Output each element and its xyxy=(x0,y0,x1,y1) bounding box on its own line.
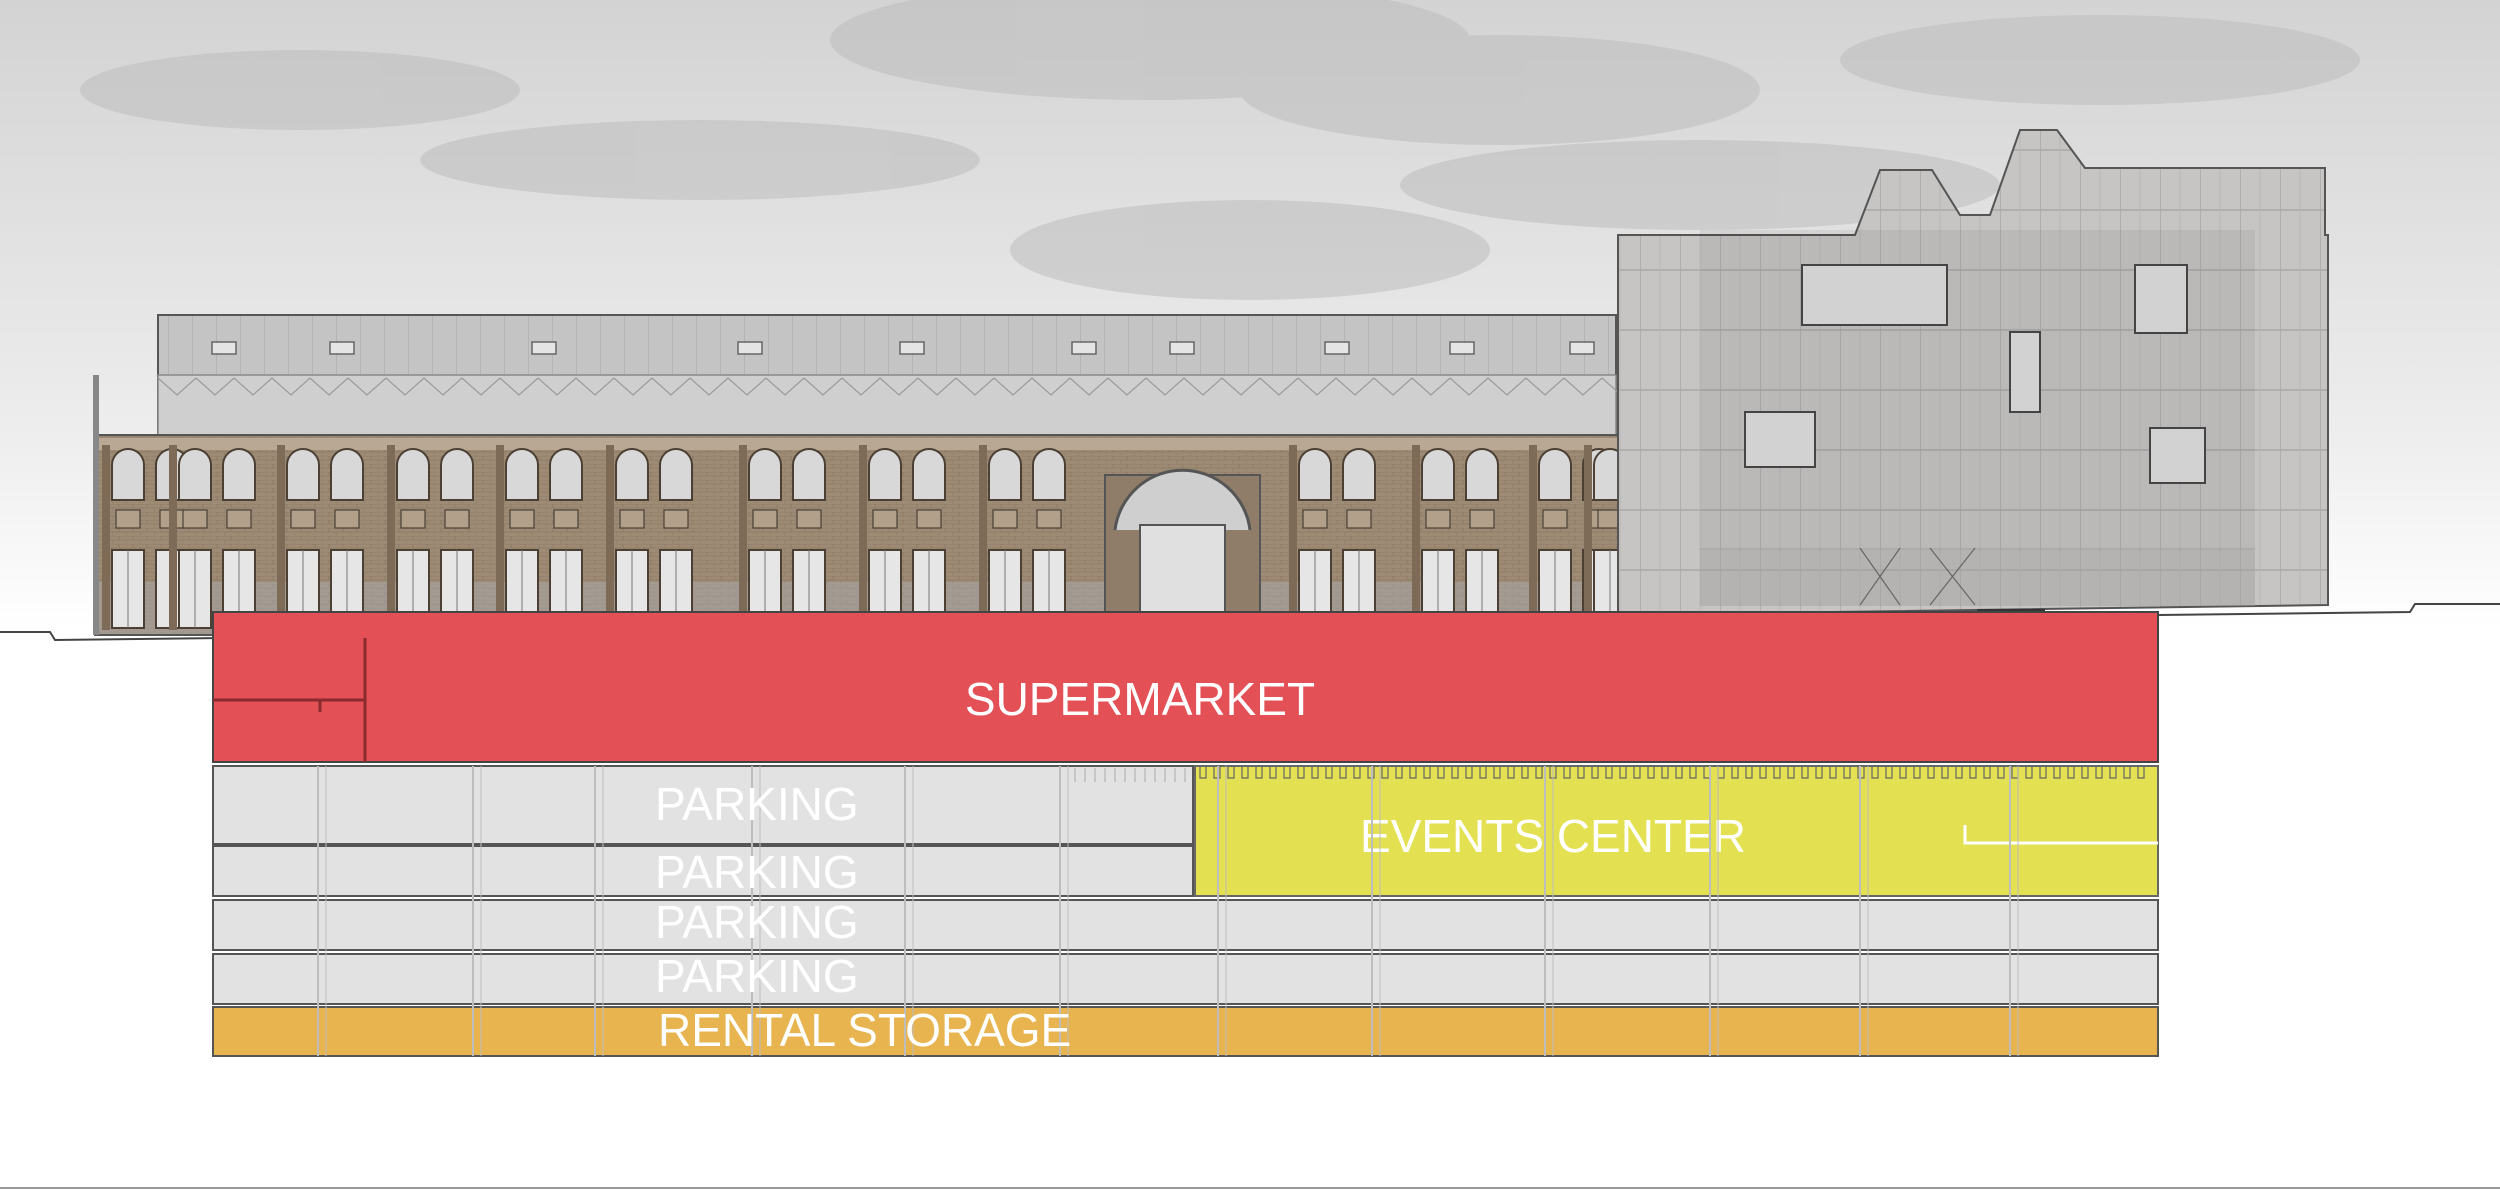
box-window xyxy=(1801,264,1948,326)
parking-label-4: PARKING xyxy=(655,950,859,1002)
roof-window xyxy=(531,341,557,355)
rental-storage-zone xyxy=(212,1006,2159,1057)
box-window xyxy=(2149,427,2206,484)
parking-label-1: PARKING xyxy=(655,778,859,830)
parking-label-2: PARKING xyxy=(655,846,859,898)
elevation-svg: SUPERMARKET EVENTS CENTER PARKING PARKIN… xyxy=(0,0,2500,1189)
box-window xyxy=(2134,264,2188,334)
roof-window xyxy=(899,341,925,355)
parking-level-4 xyxy=(212,953,2159,1005)
roof-window xyxy=(329,341,355,355)
box-window xyxy=(1744,411,1816,468)
box-window xyxy=(2009,331,2041,413)
underground-program: SUPERMARKET EVENTS CENTER PARKING PARKIN… xyxy=(212,611,2159,1057)
supermarket-label: SUPERMARKET xyxy=(965,673,1315,725)
parking-label-3: PARKING xyxy=(655,896,859,948)
section-elevation-drawing: SUPERMARKET EVENTS CENTER PARKING PARKIN… xyxy=(0,0,2500,1191)
roof-window xyxy=(211,341,237,355)
historic-building xyxy=(93,314,1641,636)
roof-window xyxy=(1169,341,1195,355)
roof-window xyxy=(1449,341,1475,355)
roof-window xyxy=(1569,341,1595,355)
parking-level-3 xyxy=(212,899,2159,951)
central-arch xyxy=(1104,468,1261,631)
roof-window xyxy=(737,341,763,355)
rental-storage-label: RENTAL STORAGE xyxy=(658,1004,1071,1056)
roof-window xyxy=(1071,341,1097,355)
roof-window xyxy=(1324,341,1350,355)
